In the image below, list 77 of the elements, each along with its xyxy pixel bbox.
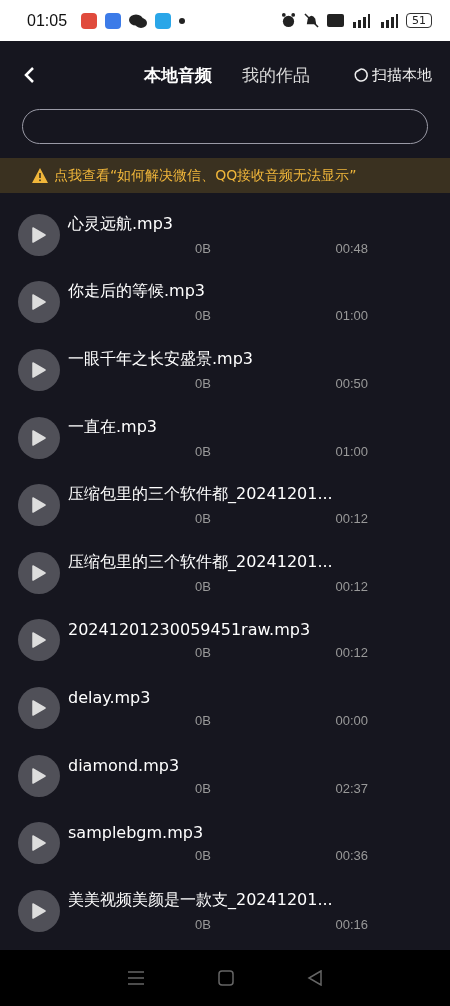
play-icon [32, 497, 46, 514]
track-name: samplebgm.mp3 [68, 823, 205, 843]
app-notification-icon [81, 12, 98, 29]
play-icon [32, 294, 46, 311]
home-button[interactable] [218, 970, 234, 986]
play-icon [32, 835, 46, 852]
file-size: 0B [195, 780, 211, 796]
track-duration: 00:36 [335, 848, 368, 864]
play-button[interactable] [18, 213, 60, 256]
track-name: delay.mp3 [68, 687, 152, 707]
mute-bell-icon [304, 13, 319, 28]
track-duration: 01:00 [335, 443, 368, 459]
play-icon [32, 902, 46, 919]
play-button[interactable] [18, 349, 60, 391]
play-icon [32, 699, 46, 716]
track-name: 你走后的等候.mp3 [68, 281, 206, 303]
track-duration: 00:50 [335, 376, 368, 391]
file-size: 0B [195, 308, 211, 324]
track-name: diamond.mp3 [68, 755, 181, 775]
warning-icon [32, 168, 48, 183]
track-duration: 00:12 [335, 578, 368, 594]
track-name: 20241201230059451raw.mp3 [68, 620, 312, 640]
play-button[interactable] [18, 619, 60, 662]
track-name: 压缩包里的三个软件都_20241201... [68, 484, 334, 506]
signal-icon [378, 13, 398, 28]
file-size: 0B [195, 511, 211, 527]
file-size: 0B [195, 645, 211, 661]
file-size: 0B [195, 578, 211, 594]
play-button[interactable] [18, 551, 60, 594]
signal-icon [352, 13, 370, 28]
hd-icon [327, 14, 344, 27]
alarm-icon [281, 13, 296, 28]
play-button[interactable] [18, 822, 60, 865]
dot-icon [179, 17, 186, 24]
app-notification-icon [105, 12, 122, 29]
notice-banner[interactable]: 点我查看“如何解决微信、QQ接收音频无法显示” [0, 158, 450, 193]
search-field[interactable] [22, 109, 428, 144]
tab[interactable]: 本地音频 [143, 63, 212, 87]
track-name: 一直在.mp3 [68, 416, 158, 438]
back-triangle-icon[interactable] [307, 970, 324, 986]
track-name: 一眼千年之长安盛景.mp3 [68, 349, 254, 370]
file-size: 0B [195, 848, 211, 864]
play-icon [32, 362, 46, 378]
track-name: 美美视频美颜是一款支_20241201... [68, 889, 334, 911]
status-time: 01:05 [27, 11, 68, 30]
track-duration: 00:12 [335, 645, 368, 661]
file-size: 0B [195, 712, 211, 728]
play-button[interactable] [18, 484, 60, 527]
track-duration: 00:48 [335, 240, 368, 256]
battery-level: 51 [406, 13, 432, 28]
file-size: 0B [195, 916, 211, 932]
play-button[interactable] [18, 416, 60, 459]
back-icon[interactable] [22, 66, 36, 84]
track-duration: 00:12 [335, 511, 368, 527]
track-name: 心灵远航.mp3 [68, 213, 174, 235]
play-icon [32, 564, 46, 581]
app-notification-icon [155, 12, 172, 29]
scan-button[interactable]: 扫描本地 [353, 65, 432, 85]
notice-text: 点我查看“如何解决微信、QQ接收音频无法显示” [54, 166, 357, 185]
tab[interactable]: 我的作品 [241, 63, 310, 87]
play-button[interactable] [18, 686, 60, 729]
play-icon [32, 632, 46, 649]
track-duration: 01:00 [335, 308, 368, 324]
track-name: 压缩包里的三个软件都_20241201... [68, 551, 334, 573]
play-button[interactable] [18, 889, 60, 932]
file-size: 0B [195, 240, 211, 256]
play-icon [32, 226, 46, 243]
track-duration: 02:37 [335, 780, 368, 796]
play-button[interactable] [18, 754, 60, 797]
track-duration: 00:16 [335, 916, 368, 932]
play-button[interactable] [18, 281, 60, 324]
play-icon [32, 767, 46, 784]
play-icon [32, 429, 46, 446]
file-size: 0B [195, 443, 211, 459]
file-size: 0B [195, 376, 211, 391]
chat-icon [129, 13, 148, 28]
track-duration: 00:00 [335, 712, 368, 728]
